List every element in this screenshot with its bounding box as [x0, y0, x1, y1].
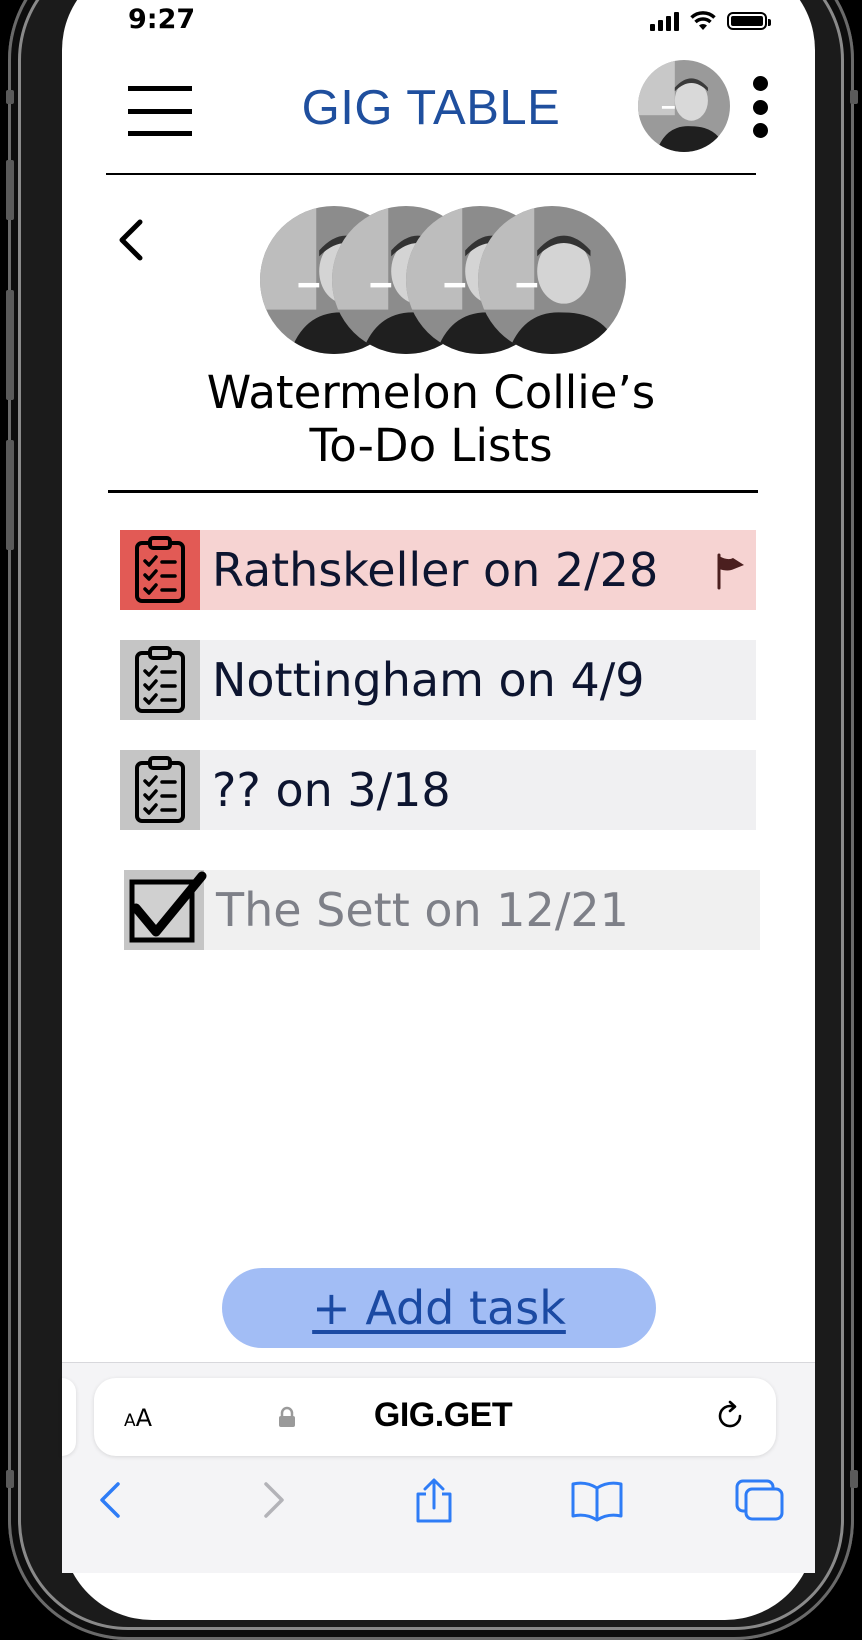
member-avatar — [478, 206, 626, 354]
bookmarks-icon[interactable] — [570, 1478, 624, 1522]
kebab-dot — [752, 99, 768, 115]
forward-nav-icon[interactable] — [258, 1478, 290, 1522]
clipboard-icon-container — [120, 530, 200, 610]
clipboard-icon-container — [120, 750, 200, 830]
kebab-dot — [752, 123, 768, 138]
clipboard-icon-container — [120, 640, 200, 720]
side-button-bottom-right — [850, 1470, 858, 1488]
todo-list-item-completed[interactable]: The Sett on 12/21 — [124, 870, 760, 950]
share-icon[interactable] — [412, 1478, 456, 1524]
todo-list-item[interactable]: Rathskeller on 2/28 — [120, 530, 756, 610]
clipboard-checklist-icon — [135, 756, 185, 823]
clipboard-checklist-icon — [135, 536, 185, 603]
more-options-button[interactable] — [750, 76, 770, 138]
side-button-bottom — [6, 1470, 14, 1488]
todo-list-item[interactable]: ?? on 3/18 — [120, 750, 756, 830]
page-title-line-2: To-Do Lists — [309, 419, 553, 472]
reload-icon[interactable] — [712, 1398, 748, 1434]
kebab-dot — [752, 76, 768, 91]
wifi-icon — [690, 11, 716, 30]
checked-checkbox-icon — [129, 871, 207, 943]
todo-list-label: ?? on 3/18 — [212, 763, 451, 817]
band-member-avatars — [260, 206, 626, 354]
page-title: Watermelon Collie’s To-Do Lists — [0, 366, 862, 472]
user-avatar[interactable] — [638, 60, 730, 152]
status-time: 9:27 — [128, 4, 196, 35]
app-title: GIG TABLE — [301, 81, 561, 135]
flag-icon[interactable] — [714, 552, 746, 590]
back-chevron-icon[interactable] — [112, 218, 152, 262]
tabs-icon[interactable] — [734, 1478, 786, 1522]
add-task-label: + Add task — [312, 1281, 566, 1335]
todo-list-item[interactable]: Nottingham on 4/9 — [120, 640, 756, 720]
battery-icon — [727, 12, 771, 30]
page-title-line-1: Watermelon Collie’s — [206, 366, 656, 419]
add-task-button[interactable]: + Add task — [222, 1268, 656, 1348]
todo-list-label: Nottingham on 4/9 — [212, 653, 645, 707]
header-divider — [106, 173, 756, 175]
todo-list-label: Rathskeller on 2/28 — [212, 543, 659, 597]
back-nav-icon[interactable] — [94, 1478, 126, 1522]
volume-up-button — [6, 160, 14, 220]
todo-list-label: The Sett on 12/21 — [216, 883, 629, 937]
title-divider — [108, 490, 758, 493]
signal-icon — [650, 11, 679, 31]
clipboard-checklist-icon — [135, 646, 185, 713]
checkbox[interactable] — [124, 870, 207, 950]
status-icons — [650, 10, 771, 32]
